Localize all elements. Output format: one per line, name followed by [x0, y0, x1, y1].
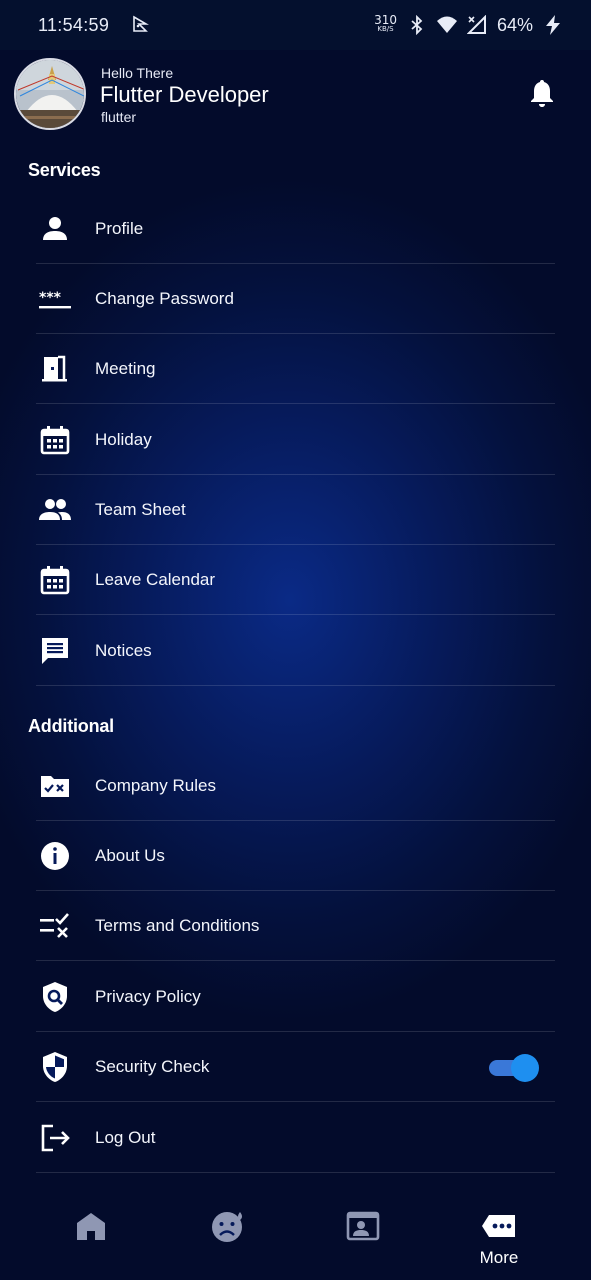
- menu-label: Security Check: [95, 1056, 210, 1076]
- menu-label: Team Sheet: [95, 499, 186, 519]
- folder-rules-icon: [38, 769, 72, 803]
- menu-label: About Us: [95, 845, 165, 865]
- person-icon: [38, 212, 72, 246]
- contact-card-icon: [346, 1211, 380, 1241]
- security-check-toggle[interactable]: [487, 1054, 541, 1082]
- battery-level: 64%: [496, 14, 533, 35]
- nav-more-label: More: [479, 1248, 519, 1267]
- menu-item-change-password[interactable]: *** Change Password: [36, 264, 555, 334]
- svg-text:***: ***: [39, 290, 62, 306]
- menu-label: Profile: [95, 218, 144, 238]
- toggle-knob: [511, 1054, 539, 1082]
- profile-header: Hello There Flutter Developer flutter: [0, 50, 591, 150]
- notification-bell-icon[interactable]: [528, 78, 556, 108]
- menu-label: Meeting: [95, 358, 156, 378]
- status-time: 11:54:59: [38, 14, 110, 35]
- menu-item-about-us[interactable]: About Us: [36, 821, 555, 891]
- menu-label: Log Out: [95, 1127, 156, 1147]
- menu-label: Leave Calendar: [95, 569, 216, 589]
- menu-item-leave-calendar[interactable]: Leave Calendar: [36, 545, 555, 615]
- charging-icon: [546, 15, 560, 35]
- more-icon: [482, 1215, 515, 1237]
- menu-item-company-rules[interactable]: Company Rules: [36, 751, 555, 821]
- home-icon: [77, 1213, 105, 1240]
- menu-label: Privacy Policy: [95, 986, 201, 1006]
- calendar-icon: [38, 563, 72, 597]
- message-icon: [38, 634, 72, 668]
- menu-label: Notices: [95, 640, 152, 660]
- status-bar: 11:54:59 310 KB/S 64%: [0, 0, 591, 50]
- menu-item-notices[interactable]: Notices: [36, 616, 555, 686]
- user-handle: flutter: [101, 109, 137, 125]
- greeting-text: Hello There: [101, 65, 174, 81]
- door-icon: [38, 352, 72, 386]
- menu-item-security-check[interactable]: Security Check: [36, 1032, 555, 1102]
- flag-icon: [133, 15, 150, 32]
- menu-label: Holiday: [95, 429, 152, 449]
- info-icon: [38, 839, 72, 873]
- nav-home[interactable]: [46, 1208, 136, 1278]
- password-icon: ***: [38, 282, 72, 316]
- menu-label: Terms and Conditions: [95, 915, 260, 935]
- menu-item-log-out[interactable]: Log Out: [36, 1103, 555, 1173]
- bluetooth-icon: [411, 15, 423, 35]
- logout-icon: [38, 1121, 72, 1155]
- calendar-icon: [38, 423, 72, 457]
- net-speed-unit: KB/S: [377, 25, 394, 33]
- menu-item-privacy-policy[interactable]: Privacy Policy: [36, 962, 555, 1032]
- bottom-navigation: More: [0, 1190, 591, 1280]
- menu-item-meeting[interactable]: Meeting: [36, 334, 555, 404]
- avatar-image: [16, 60, 84, 128]
- people-icon: [38, 493, 72, 527]
- sad-face-icon: [212, 1212, 242, 1242]
- signal-icon: [466, 15, 486, 34]
- menu-item-terms[interactable]: Terms and Conditions: [36, 891, 555, 961]
- menu-label: Company Rules: [95, 775, 216, 795]
- wifi-icon: [436, 16, 457, 33]
- section-title-additional: Additional: [28, 716, 114, 736]
- menu-item-profile[interactable]: Profile: [36, 194, 555, 264]
- menu-item-holiday[interactable]: Holiday: [36, 405, 555, 475]
- menu-item-team-sheet[interactable]: Team Sheet: [36, 475, 555, 545]
- section-title-services: Services: [28, 160, 101, 180]
- net-speed: 310 KB/S: [374, 13, 397, 34]
- avatar[interactable]: [14, 58, 86, 130]
- net-speed-value: 310: [374, 13, 397, 27]
- shield-icon: [38, 1050, 72, 1084]
- nav-mood[interactable]: [183, 1208, 273, 1278]
- shield-search-icon: [38, 980, 72, 1014]
- user-name: Flutter Developer: [100, 82, 269, 107]
- nav-more[interactable]: More: [454, 1208, 544, 1278]
- nav-contacts[interactable]: [318, 1208, 408, 1278]
- rule-list-icon: [38, 909, 72, 943]
- menu-label: Change Password: [95, 288, 234, 308]
